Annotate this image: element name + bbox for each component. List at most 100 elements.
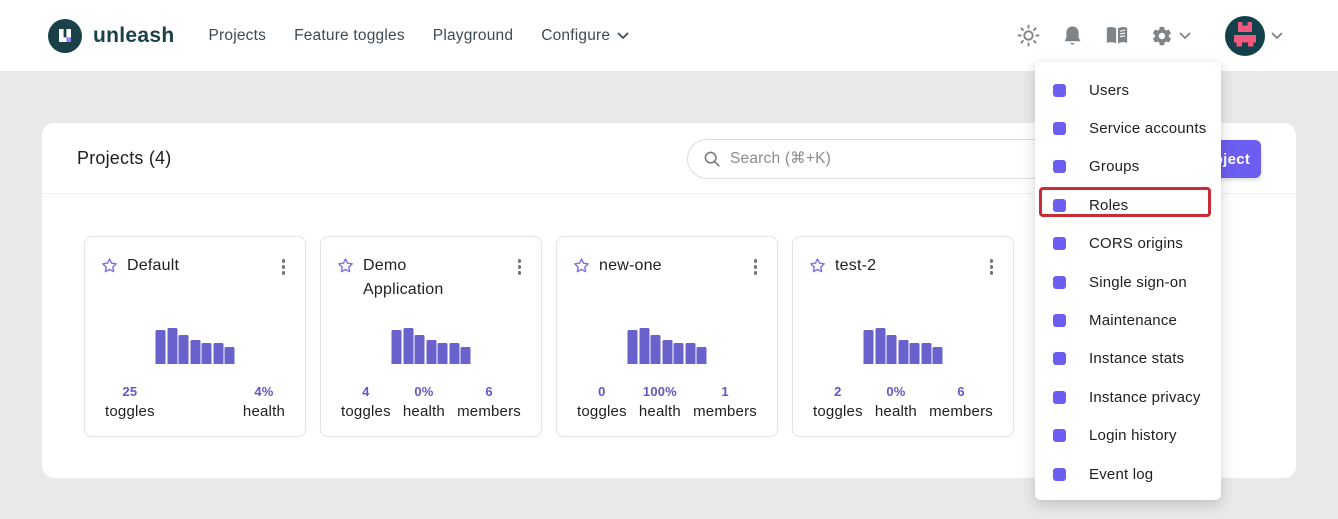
settings-menu-item-login-history[interactable]: Login history — [1035, 417, 1221, 455]
chart-bar — [426, 340, 436, 364]
project-stat-members: 1 members — [693, 384, 757, 420]
project-stat-label: health — [403, 403, 445, 420]
project-stat-label: health — [639, 403, 681, 420]
menu-item-label: Event log — [1089, 466, 1153, 483]
project-stat-label: health — [875, 403, 917, 420]
favorite-star-icon[interactable] — [337, 257, 354, 274]
menu-item-label: CORS origins — [1089, 235, 1183, 252]
unleash-logo-icon — [48, 19, 82, 53]
project-card-demo-application[interactable]: Demo Application 4 toggles 0% health 6 m… — [320, 236, 542, 437]
top-navbar: unleash Projects Feature toggles Playgro… — [0, 0, 1338, 71]
project-card-stats: 4 toggles 0% health 6 members — [321, 384, 541, 420]
project-stat-value: 1 — [693, 384, 757, 399]
favorite-star-icon[interactable] — [809, 257, 826, 274]
chart-bar — [415, 335, 425, 364]
project-stat-value: 0% — [403, 384, 445, 399]
user-avatar — [1225, 16, 1265, 56]
project-stat-toggles: 4 toggles — [341, 384, 391, 420]
chevron-down-icon — [1271, 32, 1283, 40]
nav-link-playground[interactable]: Playground — [433, 27, 513, 45]
chart-bar — [875, 328, 885, 364]
favorite-star-icon[interactable] — [101, 257, 118, 274]
project-stat-label: members — [929, 403, 993, 420]
unleash-logo[interactable]: unleash — [48, 19, 174, 53]
project-stat-members: 6 members — [929, 384, 993, 420]
project-stat-value: 0 — [577, 384, 627, 399]
chart-bar — [461, 347, 471, 364]
project-stat-value: 6 — [457, 384, 521, 399]
project-stat-label: toggles — [105, 403, 155, 420]
chart-bar — [910, 343, 920, 364]
project-card-new-one[interactable]: new-one 0 toggles 100% health 1 members — [556, 236, 778, 437]
chevron-down-icon — [617, 32, 629, 40]
menu-item-label: Users — [1089, 82, 1129, 99]
project-stat-label: toggles — [813, 403, 863, 420]
project-stat-label: toggles — [577, 403, 627, 420]
menu-item-label: Single sign-on — [1089, 274, 1187, 291]
project-card-menu-button[interactable] — [278, 254, 290, 280]
project-card-menu-button[interactable] — [514, 254, 526, 280]
chart-bar — [674, 343, 684, 364]
page-title: Projects (4) — [77, 148, 171, 169]
project-card-default[interactable]: Default 25 toggles 4% health — [84, 236, 306, 437]
menu-item-icon — [1053, 122, 1066, 135]
project-card-header: test-2 — [809, 254, 997, 280]
search-icon — [703, 150, 721, 168]
chart-bar — [864, 330, 874, 364]
settings-menu-item-maintenance[interactable]: Maintenance — [1035, 301, 1221, 339]
settings-menu-item-instance-privacy[interactable]: Instance privacy — [1035, 378, 1221, 416]
notifications-button[interactable] — [1062, 24, 1083, 47]
settings-menu-button[interactable] — [1151, 25, 1191, 47]
settings-menu-item-users[interactable]: Users — [1035, 71, 1221, 109]
project-stat-value: 100% — [639, 384, 681, 399]
project-stat-health: 0% health — [403, 384, 445, 420]
favorite-star-icon[interactable] — [573, 257, 590, 274]
project-stat-value: 6 — [929, 384, 993, 399]
chart-bar — [628, 330, 638, 364]
chevron-down-icon — [1179, 32, 1191, 40]
project-card-test-2[interactable]: test-2 2 toggles 0% health 6 members — [792, 236, 1014, 437]
settings-menu-item-single-sign-on[interactable]: Single sign-on — [1035, 263, 1221, 301]
nav-link-projects[interactable]: Projects — [208, 27, 266, 45]
project-stat-members: 6 members — [457, 384, 521, 420]
project-stat-label: health — [243, 403, 285, 420]
project-card-stats: 0 toggles 100% health 1 members — [557, 384, 777, 420]
menu-item-label: Roles — [1089, 197, 1128, 214]
project-stat-value: 2 — [813, 384, 863, 399]
theme-toggle-button[interactable] — [1017, 24, 1040, 47]
chart-bar — [921, 343, 931, 364]
chart-bar — [933, 347, 943, 364]
chart-bar — [438, 343, 448, 364]
project-card-header: Default — [101, 254, 289, 280]
menu-item-icon — [1053, 84, 1066, 97]
nav-links: Projects Feature toggles Playground Conf… — [208, 27, 629, 45]
chart-bar — [685, 343, 695, 364]
settings-menu-item-instance-stats[interactable]: Instance stats — [1035, 340, 1221, 378]
settings-menu-item-cors-origins[interactable]: CORS origins — [1035, 225, 1221, 263]
settings-menu-item-groups[interactable]: Groups — [1035, 148, 1221, 186]
documentation-button[interactable] — [1105, 25, 1129, 46]
project-stat-health: 4% health — [243, 384, 285, 420]
nav-link-feature-toggles[interactable]: Feature toggles — [294, 27, 405, 45]
settings-menu-item-event-log[interactable]: Event log — [1035, 455, 1221, 493]
project-card-title: test-2 — [835, 254, 876, 278]
bell-icon — [1062, 24, 1083, 47]
chart-bar — [651, 335, 661, 364]
project-card-chart — [392, 327, 471, 364]
project-card-header: Demo Application — [337, 254, 525, 302]
menu-item-icon — [1053, 352, 1066, 365]
settings-menu-item-service-accounts[interactable]: Service accounts — [1035, 109, 1221, 147]
project-stat-health: 100% health — [639, 384, 681, 420]
project-card-menu-button[interactable] — [750, 254, 762, 280]
project-stat-toggles: 25 toggles — [105, 384, 155, 420]
brand-name: unleash — [93, 24, 174, 48]
project-card-menu-button[interactable] — [986, 254, 998, 280]
nav-configure[interactable]: Configure — [541, 27, 629, 45]
chart-bar — [662, 340, 672, 364]
menu-item-icon — [1053, 276, 1066, 289]
chart-bar — [697, 347, 707, 364]
project-card-chart — [628, 327, 707, 364]
user-menu-button[interactable] — [1225, 16, 1283, 56]
settings-menu-item-roles[interactable]: Roles — [1035, 186, 1221, 224]
chart-bar — [887, 335, 897, 364]
